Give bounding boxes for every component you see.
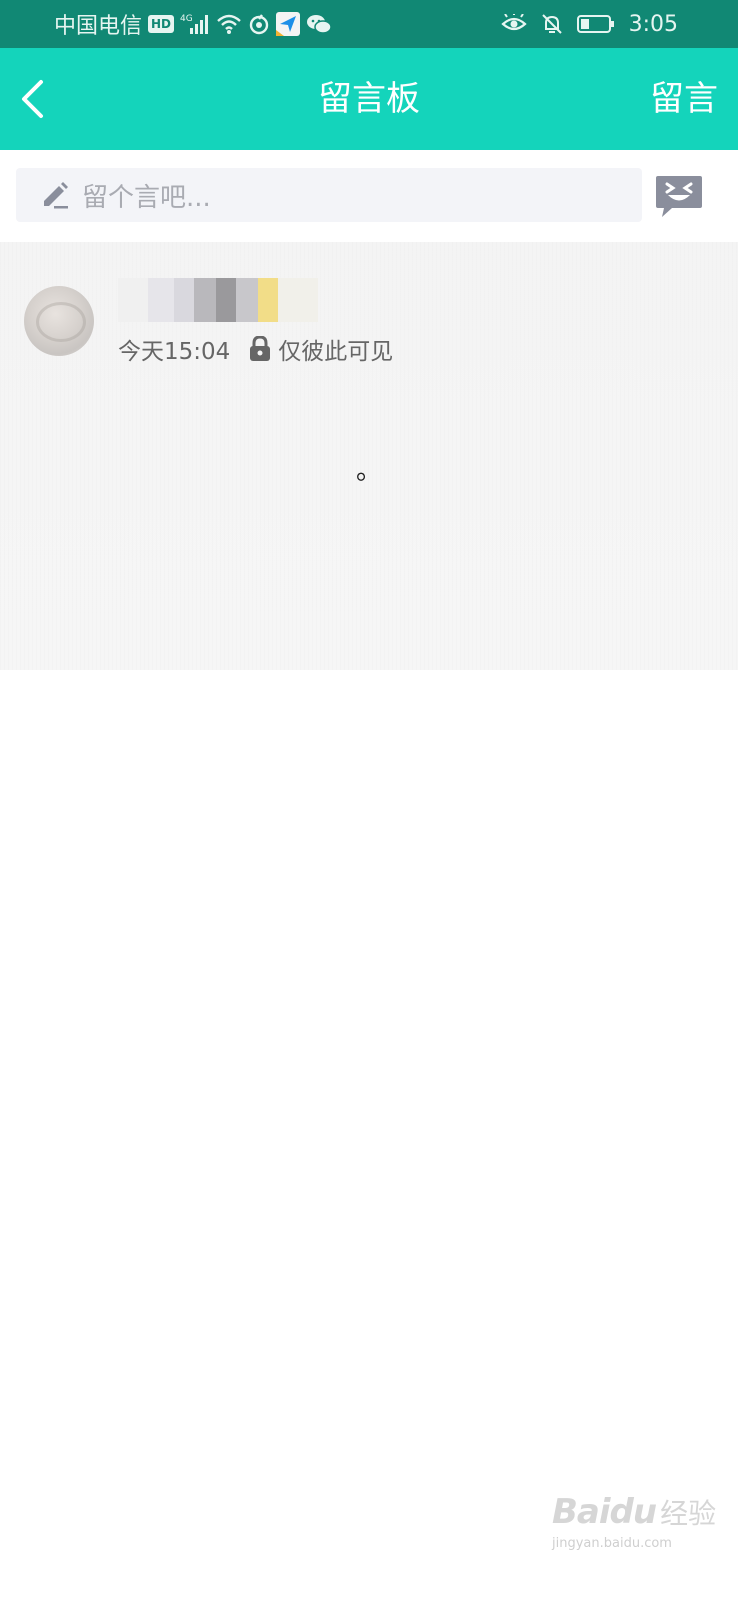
emoji-icon xyxy=(656,176,702,217)
message-input-placeholder: 留个言吧... xyxy=(82,182,211,213)
watermark-url: jingyan.baidu.com xyxy=(552,1536,672,1551)
wechat-icon xyxy=(306,13,332,35)
compose-row: 留个言吧... xyxy=(0,150,738,242)
message-feed: 今天15:04 仅彼此可见 。 xyxy=(0,242,738,670)
signal-icon: 4G xyxy=(180,12,210,36)
navigation-app-icon xyxy=(276,12,301,36)
post-message-button[interactable]: 留言 xyxy=(650,48,718,150)
status-left: 中国电信 HD 4G xyxy=(54,0,332,48)
message-text: 。 xyxy=(355,456,382,486)
hd-badge: HD xyxy=(148,15,175,33)
clock-label: 3:05 xyxy=(628,11,678,37)
username-redacted[interactable] xyxy=(118,278,318,326)
watermark-suffix: 经验 xyxy=(660,1497,717,1530)
status-right: 3:05 xyxy=(500,0,678,48)
message-input[interactable]: 留个言吧... xyxy=(16,168,642,222)
emoji-button[interactable] xyxy=(654,174,704,218)
message-meta: 今天15:04 仅彼此可见 xyxy=(118,332,393,366)
app-bar: 留言板 留言 xyxy=(0,48,738,150)
carrier-label: 中国电信 xyxy=(54,14,143,39)
wifi-icon xyxy=(216,13,242,35)
eye-comfort-icon xyxy=(500,14,527,34)
pencil-icon xyxy=(38,178,72,212)
network-type-label: 4G xyxy=(180,14,193,24)
page-title: 留言板 xyxy=(318,79,420,119)
watermark-logo: Baidu xyxy=(552,1492,657,1532)
battery-icon xyxy=(576,14,615,34)
message-time: 今天15:04 xyxy=(118,339,231,365)
mute-bell-icon xyxy=(541,13,563,35)
avatar[interactable] xyxy=(24,286,94,356)
status-bar: 中国电信 HD 4G 3:05 xyxy=(0,0,738,48)
visibility-label: 仅彼此可见 xyxy=(278,339,394,365)
baidu-watermark: Baidu 经验 jingyan.baidu.com xyxy=(552,1492,722,1572)
lock-icon xyxy=(248,336,272,362)
netease-music-icon xyxy=(248,13,270,35)
